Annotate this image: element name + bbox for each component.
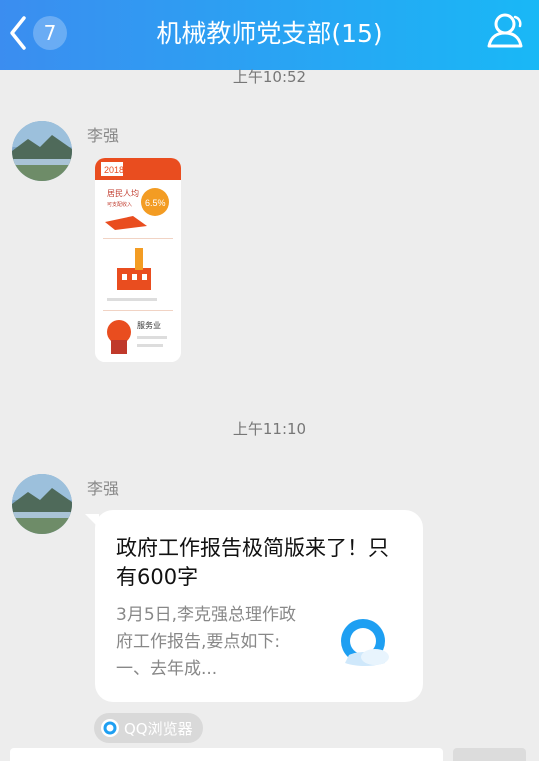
link-card-message[interactable]: 政府工作报告极简版来了！只有600字 3月5日,李克强总理作政府工作报告,要点如… bbox=[95, 510, 423, 702]
qq-browser-icon bbox=[341, 619, 389, 666]
svg-text:6.5%: 6.5% bbox=[145, 198, 166, 208]
timestamp: 上午11:10 bbox=[232, 420, 307, 438]
link-card-title: 政府工作报告极简版来了！只有600字 bbox=[116, 536, 389, 589]
svg-text:居民人均: 居民人均 bbox=[107, 188, 139, 198]
link-source-tag[interactable]: QQ浏览器 bbox=[94, 713, 203, 743]
message-input[interactable] bbox=[10, 748, 443, 761]
image-message[interactable]: 2018 居民人均 可支配收入 6.5% 服务业 bbox=[95, 158, 181, 362]
avatar[interactable] bbox=[12, 474, 72, 534]
svg-text:可支配收入: 可支配收入 bbox=[107, 201, 132, 208]
back-button[interactable]: 7 bbox=[8, 13, 67, 53]
group-members-button[interactable] bbox=[485, 12, 525, 54]
sender-name: 李强 bbox=[87, 126, 120, 145]
chat-title: 机械教师党支部(15) bbox=[156, 19, 383, 48]
chat-header: 7 机械教师党支部(15) bbox=[0, 0, 539, 70]
image-year-text: 2018 bbox=[104, 165, 124, 175]
send-button[interactable] bbox=[453, 748, 526, 761]
link-card-thumbnail bbox=[335, 613, 395, 677]
qq-browser-icon bbox=[101, 719, 119, 737]
link-card-description: 3月5日,李克强总理作政府工作报告,要点如下:一、去年成... bbox=[116, 605, 297, 679]
timestamp: 上午10:52 bbox=[232, 68, 307, 86]
back-chevron-icon bbox=[10, 16, 26, 50]
unread-badge: 7 bbox=[33, 16, 67, 50]
svg-text:服务业: 服务业 bbox=[137, 320, 161, 330]
avatar[interactable] bbox=[12, 121, 72, 181]
sender-name: 李强 bbox=[87, 479, 120, 498]
link-source-label: QQ浏览器 bbox=[124, 719, 193, 738]
contacts-icon bbox=[487, 13, 523, 48]
